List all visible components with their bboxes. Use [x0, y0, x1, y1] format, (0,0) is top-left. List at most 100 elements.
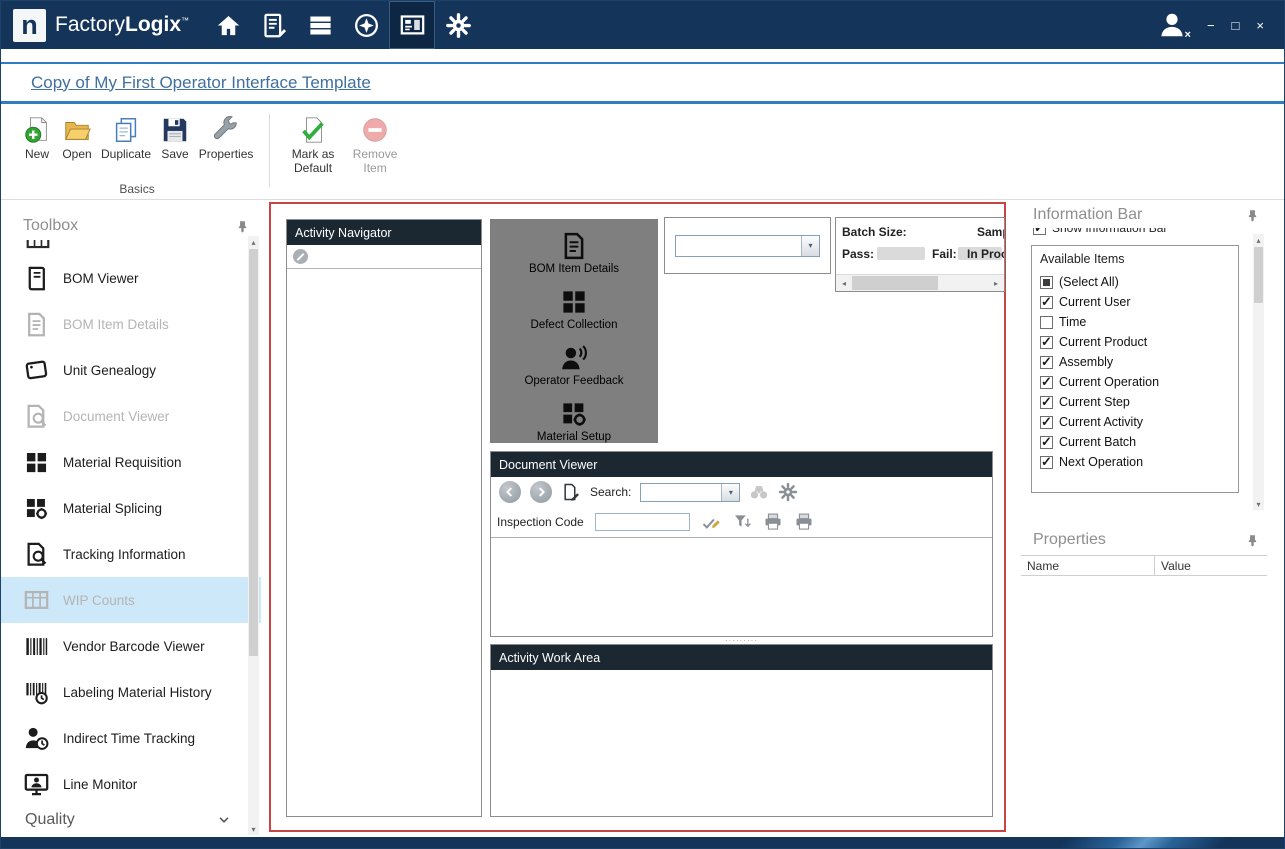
gear-icon[interactable] — [778, 482, 798, 502]
available-item-current-product[interactable]: Current Product — [1038, 332, 1232, 352]
checkbox[interactable] — [1040, 316, 1053, 329]
pen-check-icon[interactable] — [701, 512, 721, 532]
scroll-down-arrow[interactable]: ▾ — [248, 823, 259, 835]
batch-horizontal-scrollbar[interactable]: ◂ ▸ — [836, 274, 1004, 291]
column-header-name[interactable]: Name — [1021, 556, 1155, 575]
save-icon — [160, 115, 190, 145]
toolbox-item-bom-item-details[interactable]: BOM Item Details — [1, 301, 261, 347]
user-icon[interactable] — [1157, 10, 1187, 40]
toolbox-section-quality[interactable]: Quality — [1, 807, 245, 833]
checkbox[interactable] — [1040, 396, 1053, 409]
toolbox-item-indirect-time-tracking[interactable]: Indirect Time Tracking — [1, 715, 261, 761]
nav-dispatch[interactable] — [343, 1, 389, 49]
show-information-bar-row[interactable]: Show Information Bar — [1033, 228, 1267, 240]
toolbox-item-wip-counts[interactable]: WIP Counts — [1, 577, 261, 623]
pin-icon[interactable] — [1246, 534, 1259, 547]
open-button[interactable]: Open — [57, 112, 97, 165]
print-icon[interactable] — [763, 512, 783, 532]
checkbox[interactable] — [1040, 356, 1053, 369]
available-item-time[interactable]: Time — [1038, 312, 1232, 332]
sort-filter-icon[interactable] — [732, 512, 752, 532]
scroll-left-arrow[interactable]: ◂ — [836, 279, 852, 288]
document-edit-icon[interactable] — [561, 482, 581, 502]
dropdown-widget-panel[interactable]: ▾ — [664, 217, 831, 274]
scrollbar-thumb[interactable] — [249, 249, 258, 656]
forward-icon[interactable] — [530, 481, 552, 503]
document-title[interactable]: Copy of My First Operator Interface Temp… — [31, 73, 371, 93]
palette-item-bom-item-details[interactable]: BOM Item Details — [490, 227, 658, 283]
back-icon[interactable] — [499, 481, 521, 503]
nav-settings[interactable] — [435, 1, 481, 49]
document-viewer-panel[interactable]: Document Viewer Search: ▾ Inspection Cod… — [490, 451, 993, 637]
toolbox-item-vendor-barcode-viewer[interactable]: Vendor Barcode Viewer — [1, 623, 261, 669]
available-item-assembly[interactable]: Assembly — [1038, 352, 1232, 372]
minimize-button[interactable]: − — [1207, 18, 1215, 33]
checkbox[interactable] — [1040, 296, 1053, 309]
nav-materials[interactable] — [297, 1, 343, 49]
tracking-information-icon — [23, 541, 50, 568]
mark-as-default-button[interactable]: Mark as Default — [282, 112, 344, 179]
scroll-right-arrow[interactable]: ▸ — [988, 279, 1004, 288]
available-item-select-all[interactable]: (Select All) — [1038, 272, 1232, 292]
close-button[interactable]: × — [1256, 18, 1264, 33]
scroll-up-arrow[interactable]: ▴ — [248, 236, 259, 248]
palette-item-operator-feedback[interactable]: Operator Feedback — [490, 339, 658, 395]
toolbox-item-labeling-material-history[interactable]: Labeling Material History — [1, 669, 261, 715]
available-item-current-user[interactable]: Current User — [1038, 292, 1232, 312]
ribbon-group-label: Basics — [13, 182, 261, 196]
nav-worksheets[interactable] — [251, 1, 297, 49]
information-bar-scrollbar[interactable]: ▴ ▾ — [1253, 234, 1264, 510]
activity-work-area-panel[interactable]: Activity Work Area — [490, 644, 993, 817]
remove-item-icon — [360, 115, 390, 145]
save-button[interactable]: Save — [155, 112, 195, 165]
remove-item-button[interactable]: Remove Item — [344, 112, 406, 179]
properties-button[interactable]: Properties — [195, 112, 257, 165]
dispatch-icon — [353, 12, 380, 39]
available-item-current-batch[interactable]: Current Batch — [1038, 432, 1232, 452]
pin-icon[interactable] — [1246, 209, 1259, 222]
scrollbar-thumb[interactable] — [852, 276, 938, 290]
toolbox-item-unit-genealogy[interactable]: Unit Genealogy — [1, 347, 261, 393]
designer-canvas[interactable]: Activity Navigator BOM Item Details Defe… — [269, 202, 1006, 832]
toolbox-item-material-requisition[interactable]: Material Requisition — [1, 439, 261, 485]
activity-navigator-panel[interactable]: Activity Navigator — [286, 219, 482, 817]
scrollbar-thumb[interactable] — [1254, 247, 1263, 303]
show-information-bar-checkbox[interactable] — [1033, 228, 1046, 235]
maximize-button[interactable]: □ — [1232, 18, 1240, 33]
toolbox-item-material-splicing[interactable]: Material Splicing — [1, 485, 261, 531]
combobox-input[interactable] — [676, 236, 801, 256]
palette-item-defect-collection[interactable]: Defect Collection — [490, 283, 658, 339]
print-icon[interactable] — [794, 512, 814, 532]
activity-palette-panel[interactable]: BOM Item Details Defect Collection Opera… — [490, 219, 658, 443]
checkbox[interactable] — [1040, 276, 1053, 289]
scroll-up-arrow[interactable]: ▴ — [1253, 234, 1264, 246]
checkbox[interactable] — [1040, 376, 1053, 389]
search-input[interactable] — [641, 484, 721, 501]
dropdown-arrow-icon[interactable]: ▾ — [721, 484, 739, 501]
toolbox-scrollbar[interactable]: ▴ ▾ — [248, 236, 259, 835]
edit-activity-icon[interactable] — [293, 249, 308, 264]
pin-icon[interactable] — [236, 220, 249, 233]
checkbox[interactable] — [1040, 416, 1053, 429]
column-header-value[interactable]: Value — [1155, 556, 1267, 575]
toolbox-item-document-viewer[interactable]: Document Viewer — [1, 393, 261, 439]
binoculars-icon[interactable] — [749, 482, 769, 502]
checkbox[interactable] — [1040, 336, 1053, 349]
checkbox[interactable] — [1040, 456, 1053, 469]
inspection-code-input[interactable] — [595, 513, 690, 531]
toolbox-item-bom-viewer[interactable]: BOM Viewer — [1, 255, 261, 301]
toolbox-item-line-monitor[interactable]: Line Monitor — [1, 761, 261, 807]
dropdown-arrow-icon[interactable]: ▾ — [801, 236, 819, 256]
new-button[interactable]: New — [17, 112, 57, 165]
available-item-current-operation[interactable]: Current Operation — [1038, 372, 1232, 392]
duplicate-button[interactable]: Duplicate — [97, 112, 155, 165]
available-item-current-activity[interactable]: Current Activity — [1038, 412, 1232, 432]
nav-home[interactable] — [205, 1, 251, 49]
available-item-next-operation[interactable]: Next Operation — [1038, 452, 1232, 472]
checkbox[interactable] — [1040, 436, 1053, 449]
toolbox-item-tracking-information[interactable]: Tracking Information — [1, 531, 261, 577]
batch-summary-panel[interactable]: Batch Size: Samp Pass: Fail: In Proc ◂ ▸ — [835, 217, 1005, 292]
available-item-current-step[interactable]: Current Step — [1038, 392, 1232, 412]
nav-operator-interfaces[interactable] — [389, 1, 435, 49]
scroll-down-arrow[interactable]: ▾ — [1253, 498, 1264, 510]
